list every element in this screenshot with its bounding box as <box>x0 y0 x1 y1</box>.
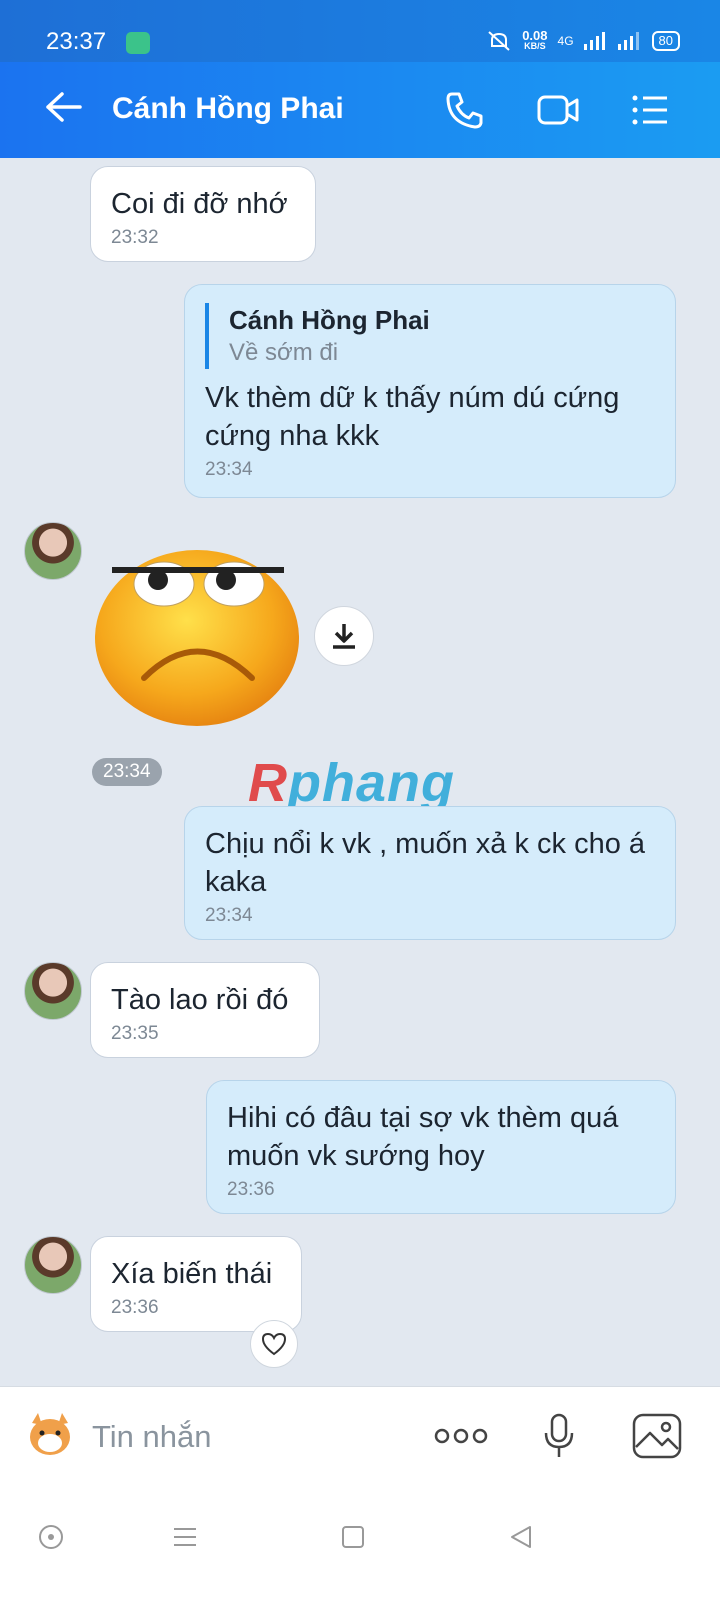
quoted-text: Về sớm đi <box>229 339 339 366</box>
message-time: 23:36 <box>227 1179 275 1200</box>
message-bubble-received[interactable]: Tào lao rồi đó 23:35 <box>90 962 320 1058</box>
menu-list-icon[interactable] <box>630 90 670 130</box>
assistant-icon[interactable] <box>38 1524 64 1550</box>
home-icon[interactable] <box>340 1524 366 1550</box>
status-time: 23:37 <box>46 28 107 55</box>
call-notification-icon <box>126 32 150 54</box>
message-text: Chịu nổi k vk , muốn xả k ck cho á kaka <box>205 828 646 898</box>
signal-icon <box>583 32 605 50</box>
message-composer: Tin nhắn <box>0 1386 720 1487</box>
message-text: Coi đi đỡ nhớ <box>111 188 288 220</box>
download-icon <box>333 624 355 649</box>
quoted-sender: Cánh Hồng Phai <box>229 305 430 335</box>
message-text: Hihi có đâu tại sợ vk thèm quá muốn vk s… <box>227 1102 619 1172</box>
message-time: 23:35 <box>111 1023 159 1044</box>
message-time: 23:34 <box>205 459 253 480</box>
contact-name[interactable]: Cánh Hồng Phai <box>112 92 344 126</box>
watermark-logo: Rphang <box>248 753 455 813</box>
more-options-icon[interactable] <box>434 1425 488 1447</box>
message-text: Vk thèm dữ k thấy núm dú cứng cứng nha k… <box>205 382 620 452</box>
message-time: 23:36 <box>111 1297 159 1318</box>
message-bubble-received[interactable]: Coi đi đỡ nhớ 23:32 <box>90 166 316 262</box>
message-bubble-sent[interactable]: Cánh Hồng Phai Về sớm đi Vk thèm dữ k th… <box>184 284 676 498</box>
microphone-icon[interactable] <box>542 1413 576 1459</box>
message-input[interactable]: Tin nhắn <box>92 1419 212 1455</box>
network-type: 4G <box>557 34 574 48</box>
status-bar: 23:37 0.08 KB/S 4G 80 <box>0 0 720 62</box>
signal-icon-2 <box>617 32 639 50</box>
heart-icon <box>261 1332 287 1356</box>
sticker-time: 23:34 <box>92 758 162 786</box>
recent-menu-icon[interactable] <box>172 1524 198 1550</box>
message-time: 23:34 <box>205 905 253 926</box>
avatar[interactable] <box>24 1236 82 1294</box>
message-bubble-received[interactable]: Xía biến thái 23:36 <box>90 1236 302 1332</box>
message-time: 23:32 <box>111 227 159 248</box>
avatar[interactable] <box>24 962 82 1020</box>
react-heart-button[interactable] <box>250 1320 298 1368</box>
quoted-message[interactable]: Cánh Hồng Phai Về sớm đi <box>205 303 655 369</box>
sticker-picker-icon[interactable] <box>24 1411 76 1459</box>
system-nav-bar <box>0 1486 720 1600</box>
chat-header: Cánh Hồng Phai <box>0 62 720 158</box>
battery-indicator: 80 <box>651 31 680 51</box>
sad-face-sticker[interactable] <box>92 540 302 730</box>
back-arrow-icon[interactable] <box>44 90 82 124</box>
avatar[interactable] <box>24 522 82 580</box>
image-gallery-icon[interactable] <box>632 1413 682 1459</box>
phone-icon[interactable] <box>444 90 484 130</box>
video-call-icon[interactable] <box>536 90 580 130</box>
message-bubble-sent[interactable]: Hihi có đâu tại sợ vk thèm quá muốn vk s… <box>206 1080 676 1214</box>
mute-icon <box>488 31 510 51</box>
status-icons: 0.08 KB/S 4G 80 <box>486 28 680 52</box>
network-speed: 0.08 KB/S <box>522 28 548 51</box>
message-bubble-sent[interactable]: Chịu nổi k vk , muốn xả k ck cho á kaka … <box>184 806 676 940</box>
message-text: Xía biến thái <box>111 1258 273 1290</box>
message-text: Tào lao rồi đó <box>111 984 289 1016</box>
download-button[interactable] <box>314 606 374 666</box>
back-nav-icon[interactable] <box>508 1524 534 1550</box>
